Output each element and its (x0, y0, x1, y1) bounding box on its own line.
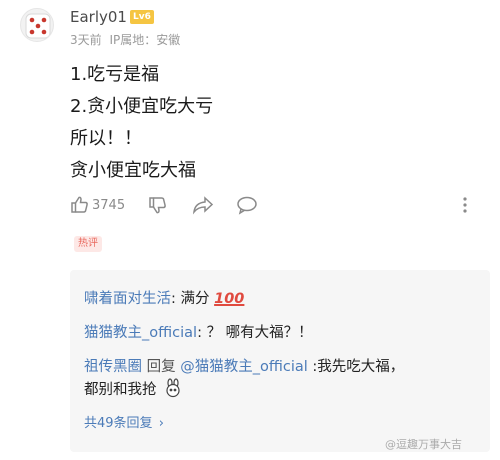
reply-text: 都别和我抢 (84, 382, 157, 398)
bunny-emoji-icon (166, 378, 180, 398)
like-count: 3745 (92, 197, 126, 213)
reply-text: ？ 哪有大福？！ (206, 325, 313, 341)
reply-text: 我先吃大福， (317, 359, 405, 375)
post-time: 3天前 (70, 33, 102, 47)
reply-item[interactable]: 祖传黑圈 回复 @猫猫教主_official :我先吃大福， (84, 356, 404, 378)
reply-item-continued: 都别和我抢 (84, 378, 183, 401)
ip-location: IP属地：安徽 (109, 33, 181, 47)
post-line: 2.贪小便宜吃大亏 (70, 96, 214, 117)
level-badge: Lv6 (130, 10, 154, 24)
dislike-button[interactable] (148, 194, 168, 216)
reply-item[interactable]: 啸着面对生活: 满分 100 (84, 288, 244, 310)
hot-comment-badge: 热评 (74, 236, 102, 252)
reply-text: 满分 (180, 291, 210, 307)
more-icon (463, 197, 467, 213)
see-all-replies-label: 共49条回复 (84, 416, 153, 431)
post-line: 1.吃亏是福 (70, 64, 160, 85)
thumb-up-icon (71, 196, 88, 213)
chevron-right-icon: › (158, 416, 164, 431)
watermark: @逗趣万事大吉 (385, 438, 462, 451)
reply-mention[interactable]: @猫猫教主_official (180, 359, 308, 375)
username[interactable]: Early01 (70, 8, 127, 26)
replies-panel: 啸着面对生活: 满分 100 猫猫教主_official: ？ 哪有大福？！ 祖… (70, 270, 490, 452)
reply-author[interactable]: 啸着面对生活 (84, 291, 171, 307)
post-line: 贪小便宜吃大福 (70, 160, 196, 181)
post-meta: 3天前 IP属地：安徽 (70, 31, 180, 48)
reply-item[interactable]: 猫猫教主_official: ？ 哪有大福？！ (84, 322, 313, 344)
avatar[interactable] (20, 8, 54, 42)
post-line: 所以！！ (70, 128, 142, 149)
share-button[interactable] (192, 194, 214, 216)
comment-icon (237, 196, 257, 215)
share-icon (192, 196, 214, 215)
comment-button[interactable] (236, 194, 258, 216)
hundred-points-icon: 100 (214, 291, 245, 307)
see-all-replies-link[interactable]: 共49条回复 › (84, 412, 164, 431)
reply-author[interactable]: 猫猫教主_official (84, 325, 197, 341)
reply-author[interactable]: 祖传黑圈 (84, 359, 142, 375)
action-bar: 3745 (70, 194, 490, 216)
more-button[interactable] (462, 194, 468, 216)
thumb-down-icon (149, 197, 166, 214)
reply-verb: 回复 (146, 359, 176, 375)
like-button[interactable]: 3745 (70, 194, 125, 216)
